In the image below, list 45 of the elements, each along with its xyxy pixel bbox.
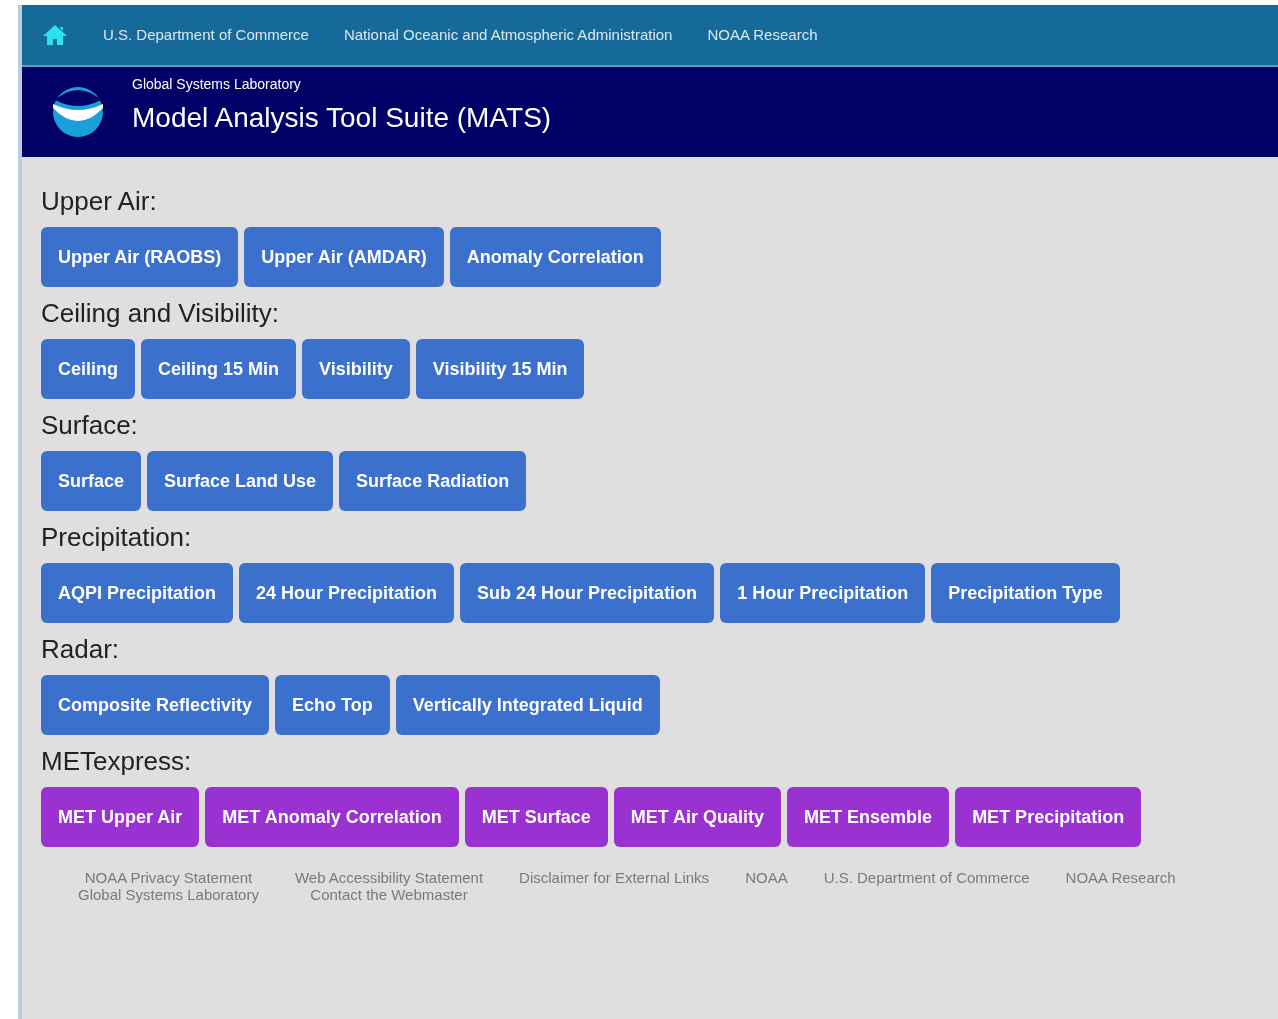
section-heading: Radar: [41, 633, 121, 665]
app-button[interactable]: Vertically Integrated Liquid [395, 675, 660, 735]
app-button[interactable]: Composite Reflectivity [41, 675, 270, 735]
section-heading: Surface: [41, 409, 139, 441]
footer-link[interactable]: U.S. Department of Commerce [823, 869, 1030, 886]
app-button[interactable]: AQPI Precipitation [41, 563, 234, 623]
top-nav-link[interactable]: U.S. Department of Commerce [103, 23, 309, 47]
footer-link[interactable]: Disclaimer for External Links [519, 869, 710, 886]
section-heading: METexpress: [41, 745, 193, 777]
app-button[interactable]: Ceiling [41, 339, 135, 399]
footer-link[interactable]: Web Accessibility Statement [294, 869, 484, 886]
app-button[interactable]: Surface Land Use [147, 451, 334, 511]
top-nav-link[interactable]: National Oceanic and Atmospheric Administration [343, 23, 673, 47]
app-button[interactable]: Sub 24 Hour Precipitation [460, 563, 715, 623]
app-button[interactable]: MET Upper Air [41, 787, 200, 847]
home-icon[interactable] [42, 24, 68, 46]
app-button[interactable]: 24 Hour Precipitation [239, 563, 455, 623]
app-button[interactable]: MET Ensemble [787, 787, 950, 847]
app-button[interactable]: Visibility 15 Min [415, 339, 585, 399]
app-button[interactable]: Ceiling 15 Min [141, 339, 297, 399]
footer-link[interactable]: NOAA Research [1065, 869, 1176, 886]
section-heading: Precipitation: [41, 521, 193, 553]
app-button[interactable]: Precipitation Type [931, 563, 1120, 623]
app-button[interactable]: Surface Radiation [339, 451, 527, 511]
lab-name: Global Systems Laboratory [132, 74, 302, 94]
section-heading: Ceiling and Visibility: [41, 297, 280, 329]
top-nav-link[interactable]: NOAA Research [707, 23, 818, 47]
app-button[interactable]: MET Precipitation [955, 787, 1142, 847]
logo-icon [52, 86, 104, 138]
app-button[interactable]: Upper Air (RAOBS) [41, 227, 239, 287]
app-button[interactable]: MET Surface [464, 787, 608, 847]
app-button[interactable]: MET Anomaly Correlation [205, 787, 459, 847]
footer-link[interactable]: Global Systems Laboratory [78, 886, 259, 903]
section-heading: Upper Air: [41, 185, 158, 217]
footer-link[interactable]: NOAA Privacy Statement [84, 869, 253, 886]
app-button[interactable]: Upper Air (AMDAR) [244, 227, 444, 287]
app-button[interactable]: MET Air Quality [613, 787, 782, 847]
app-button[interactable]: Visibility [302, 339, 410, 399]
app-button[interactable]: Anomaly Correlation [449, 227, 661, 287]
app-button[interactable]: Echo Top [275, 675, 390, 735]
app-title: Model Analysis Tool Suite (MATS) [132, 100, 552, 135]
app-button[interactable]: Surface [41, 451, 142, 511]
footer-link[interactable]: NOAA [745, 869, 788, 886]
app-button[interactable]: 1 Hour Precipitation [720, 563, 926, 623]
footer-link[interactable]: Contact the Webmaster [310, 886, 468, 903]
